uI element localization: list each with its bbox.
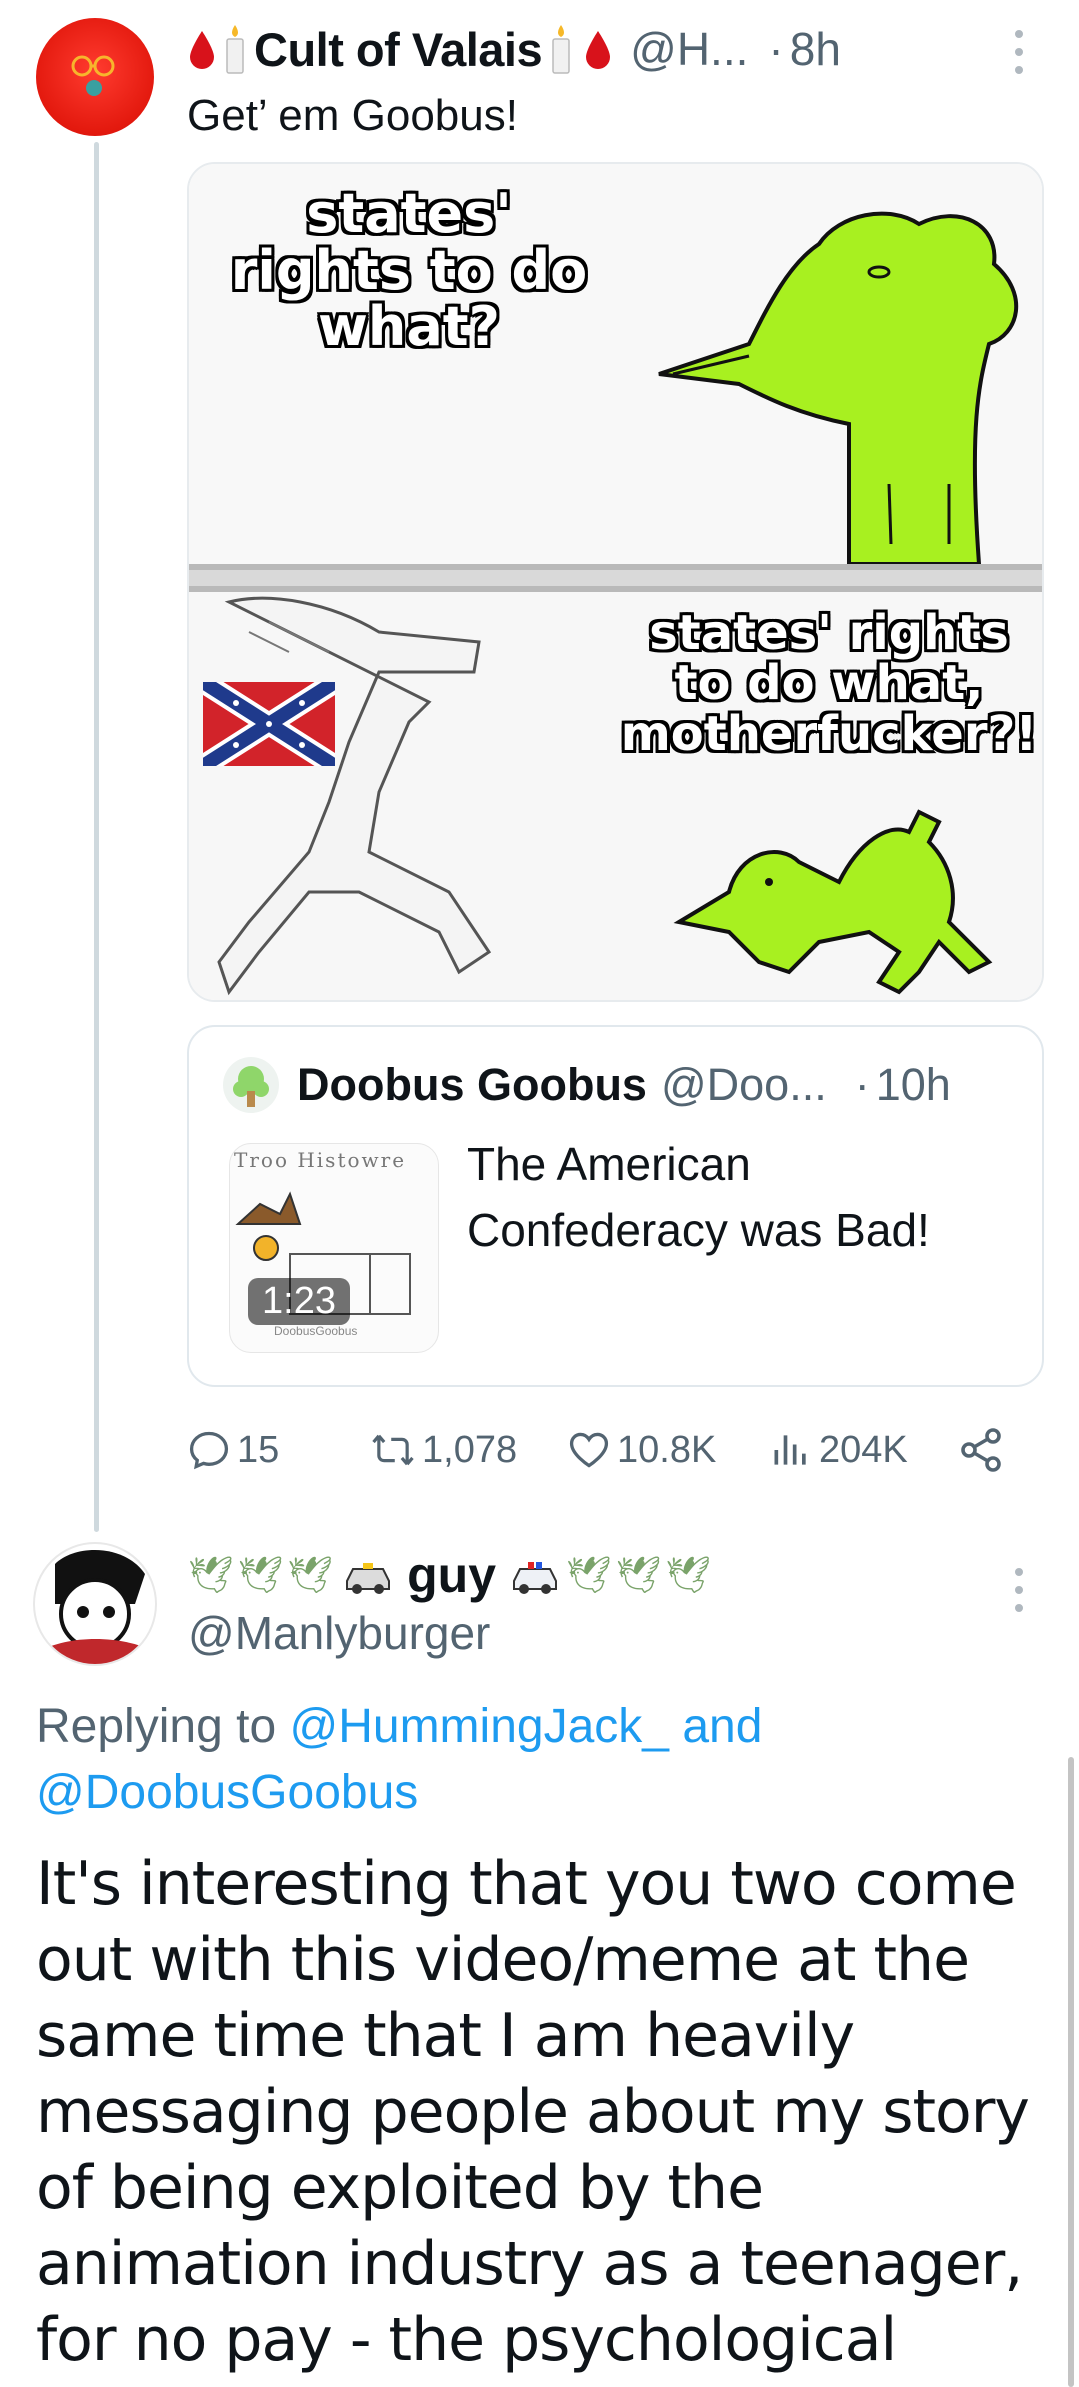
replying-and-label: and — [668, 1700, 763, 1753]
share-button[interactable] — [957, 1418, 1005, 1482]
blood-drop-icon — [190, 31, 214, 69]
goobus-kicking-figure — [673, 809, 993, 995]
goobus-character-figure — [658, 211, 1019, 564]
mention-hummingjack[interactable]: @HummingJack_ — [289, 1700, 669, 1753]
more-options-icon[interactable] — [1004, 1560, 1034, 1620]
glasses-face-icon — [71, 55, 115, 96]
tweet-header: Cult of Valais @H... · 8h — [188, 14, 841, 84]
separator-dot: · — [854, 1059, 870, 1110]
running-figure-outline — [217, 596, 492, 996]
reply-display-name[interactable]: guy — [407, 1546, 496, 1604]
quoted-tweet-text: The American Confederacy was Bad! — [467, 1138, 930, 1256]
reply-count: 15 — [237, 1428, 280, 1471]
like-button[interactable]: 10.8K — [567, 1418, 716, 1482]
quoted-user-handle[interactable]: @Doo... — [661, 1059, 827, 1111]
more-options-icon[interactable] — [1004, 22, 1034, 82]
quoted-display-name[interactable]: Doobus Goobus — [297, 1059, 647, 1111]
quoted-tweet-header: Doobus Goobus @Doo... · 10h — [297, 1053, 951, 1117]
like-count: 10.8K — [617, 1428, 717, 1471]
candle-icon — [552, 25, 570, 74]
cartoon-avatar-icon — [35, 1550, 155, 1664]
tweet-text: Get’ em Goobus! — [187, 91, 518, 140]
repost-icon — [372, 1434, 414, 1466]
taxi-car-icon — [346, 1563, 391, 1594]
replying-to-line: Replying to @HummingJack_ and @DoobusGoo… — [36, 1694, 1036, 1826]
meme-top-panel: states' rights to do what? — [189, 164, 1042, 564]
timestamp[interactable]: 8h — [790, 22, 841, 76]
heart-icon — [569, 1432, 609, 1468]
video-duration-badge: 1:23 — [248, 1278, 350, 1325]
display-name[interactable]: Cult of Valais — [254, 22, 543, 77]
confederate-flag-icon — [203, 682, 335, 766]
tweet-action-bar: 15 1,078 10.8K 204K — [187, 1418, 1044, 1482]
quoted-timestamp[interactable]: 10h — [876, 1059, 951, 1111]
dove-icon: 🕊 — [237, 1555, 284, 1596]
avatar-cult-of-valais[interactable] — [36, 18, 154, 136]
user-handle[interactable]: @H... — [630, 22, 748, 76]
blood-drop-icon — [586, 31, 611, 69]
view-count: 204K — [819, 1428, 908, 1471]
video-thumbnail[interactable]: Troo Histowre DoobusGoobus 1:23 — [229, 1143, 439, 1353]
quoted-tweet-card[interactable]: Doobus Goobus @Doo... · 10h Troo Histowr… — [187, 1025, 1044, 1387]
mention-doobusgoobus[interactable]: @DoobusGoobus — [36, 1766, 418, 1819]
candle-icon — [226, 25, 244, 74]
thread-connector-line — [94, 142, 99, 1532]
goobus-avatar-icon — [233, 1066, 269, 1107]
analytics-bars-icon — [774, 1435, 806, 1465]
thumbnail-signature: DoobusGoobus — [274, 1324, 358, 1338]
reply-user-handle[interactable]: @Manlyburger — [188, 1606, 490, 1660]
meme-bottom-caption: states' rights to do what, motherfucker?… — [620, 605, 1038, 762]
repost-button[interactable]: 1,078 — [370, 1418, 517, 1482]
dove-icon: 🕊 — [665, 1555, 712, 1596]
meme-top-caption: states' rights to do what? — [230, 182, 588, 359]
separator-dot: · — [768, 23, 784, 75]
scrollbar[interactable] — [1068, 1757, 1074, 2387]
meme-bottom-panel: states' rights to do what, motherfucker?… — [189, 592, 1042, 1000]
views-button[interactable]: 204K — [769, 1418, 908, 1482]
reply-button[interactable]: 15 — [187, 1418, 279, 1482]
repost-count: 1,078 — [422, 1428, 518, 1471]
dove-icon: 🕊 — [188, 1555, 234, 1596]
replying-to-label: Replying to — [36, 1700, 290, 1753]
police-car-icon — [513, 1562, 558, 1594]
panel-divider — [189, 564, 1042, 592]
dove-icon: 🕊 — [615, 1555, 662, 1596]
reply-header: 🕊 🕊 🕊 guy 🕊 🕊 🕊 — [188, 1542, 715, 1608]
dove-icon: 🕊 — [566, 1555, 612, 1596]
avatar-doobus-goobus[interactable] — [223, 1057, 279, 1113]
reply-icon — [189, 1431, 229, 1470]
avatar-manlyburger[interactable] — [33, 1542, 157, 1666]
share-icon — [961, 1428, 1001, 1472]
dove-icon: 🕊 — [287, 1555, 334, 1596]
thumbnail-caption: Troo Histowre — [234, 1148, 407, 1172]
tweet-image[interactable]: states' rights to do what? states' right… — [187, 162, 1044, 1002]
reply-text: It's interesting that you two come out w… — [36, 1849, 1030, 2387]
